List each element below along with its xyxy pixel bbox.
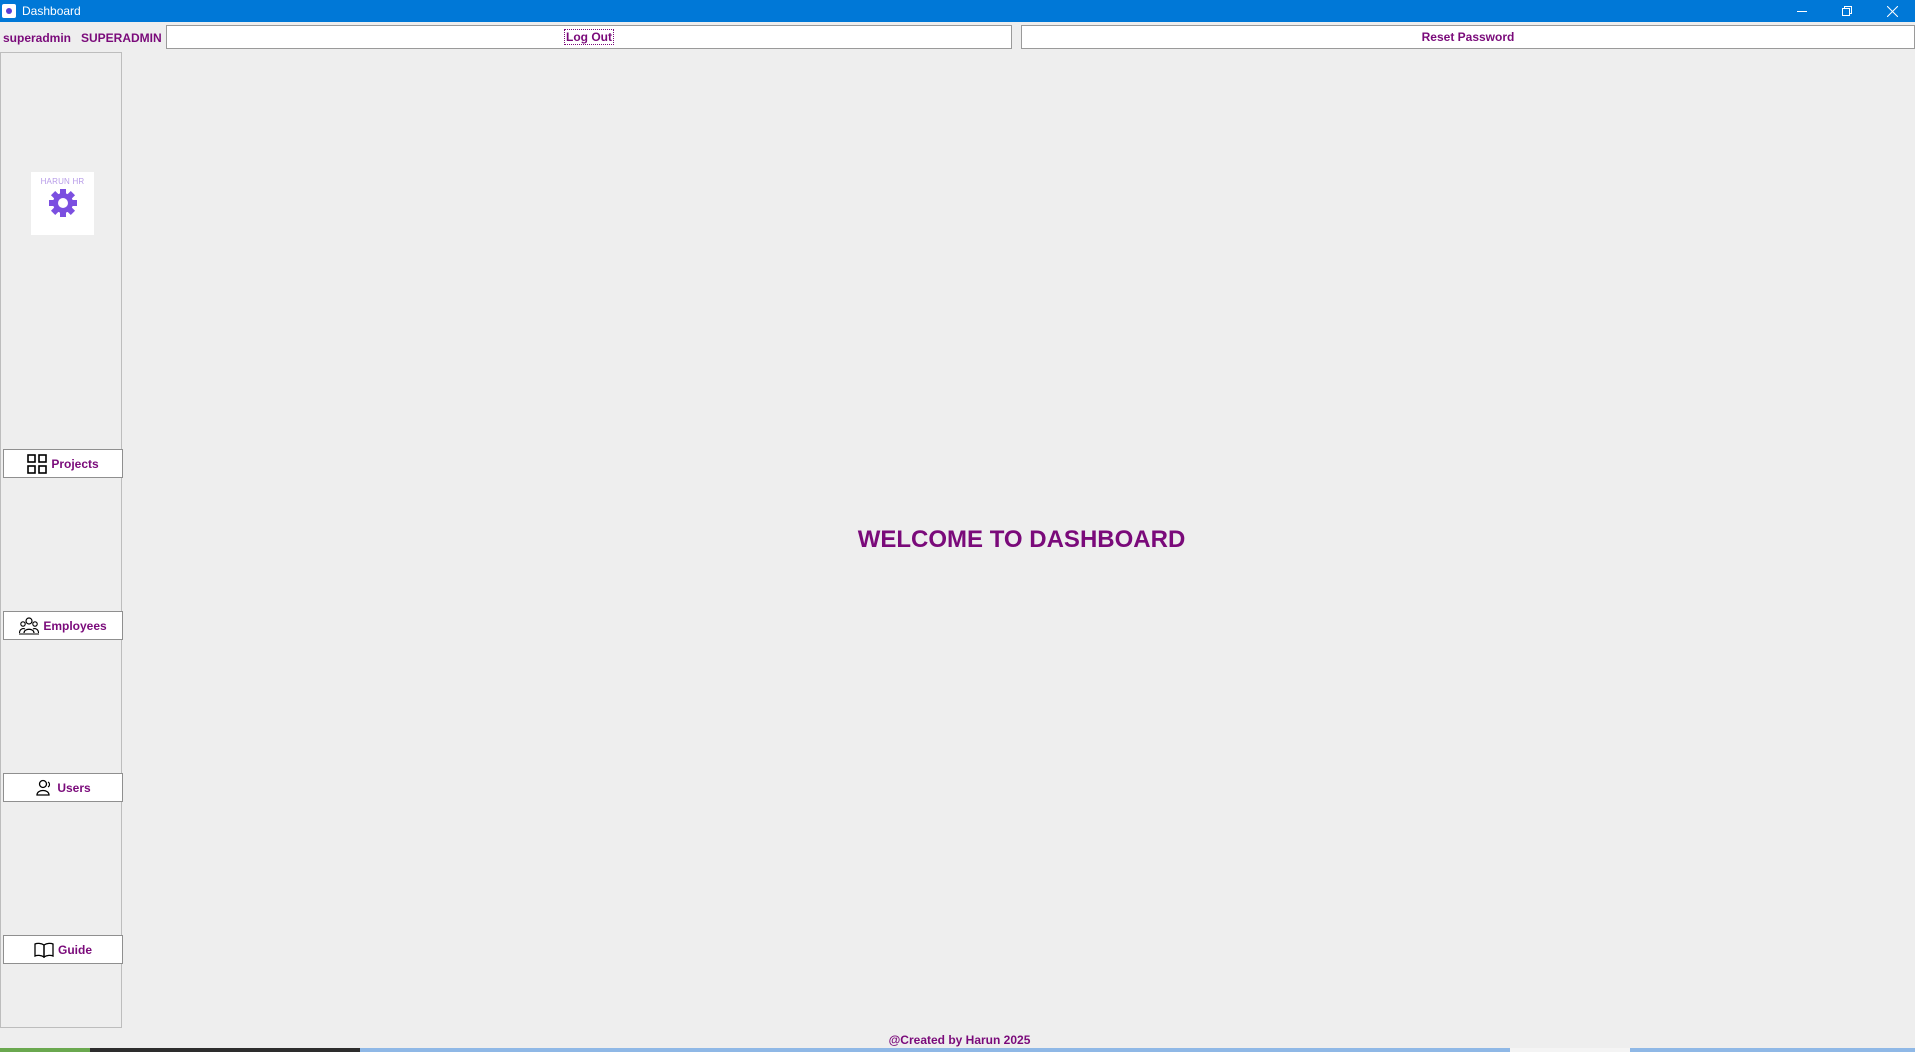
grid-icon	[27, 453, 48, 474]
minimize-button[interactable]	[1780, 0, 1825, 22]
sidebar-item-label: Guide	[57, 942, 92, 957]
reset-password-button[interactable]: Reset Password	[1021, 25, 1915, 49]
sidebar-item-users[interactable]: Users	[3, 773, 123, 802]
sidebar-item-label: Projects	[51, 456, 99, 471]
username-label: superadmin	[3, 31, 72, 45]
taskbar-edge	[0, 1048, 1915, 1052]
sidebar-item-guide[interactable]: Guide	[3, 935, 123, 964]
welcome-heading: WELCOME TO DASHBOARD	[857, 526, 1186, 553]
restore-button[interactable]	[1825, 0, 1870, 22]
window-titlebar: Dashboard	[0, 0, 1915, 22]
reset-password-label: Reset Password	[1421, 30, 1515, 44]
sidebar-item-label: Employees	[43, 618, 107, 633]
logout-label: Log Out	[564, 29, 614, 45]
user-icon	[36, 779, 51, 796]
logout-button[interactable]: Log Out	[166, 25, 1012, 49]
sidebar: HARUN HR Projects Employees Users Guide	[0, 52, 123, 1028]
logo-text: HARUN HR	[40, 177, 85, 186]
logo-gear-icon	[49, 189, 77, 217]
employees-icon	[19, 616, 40, 634]
close-button[interactable]	[1870, 0, 1915, 22]
book-icon	[34, 942, 54, 958]
sidebar-item-label: Users	[57, 780, 91, 795]
app-gear-icon	[2, 4, 16, 18]
role-label: SUPERADMIN	[81, 31, 162, 45]
footer-credit: @Created by Harun 2025	[888, 1033, 1031, 1047]
window-title: Dashboard	[22, 4, 81, 18]
restore-icon	[1842, 6, 1852, 16]
logo: HARUN HR	[31, 172, 94, 235]
sidebar-item-employees[interactable]: Employees	[3, 611, 123, 640]
sidebar-item-projects[interactable]: Projects	[3, 449, 123, 478]
minimize-icon	[1797, 11, 1807, 12]
close-icon	[1887, 6, 1898, 17]
